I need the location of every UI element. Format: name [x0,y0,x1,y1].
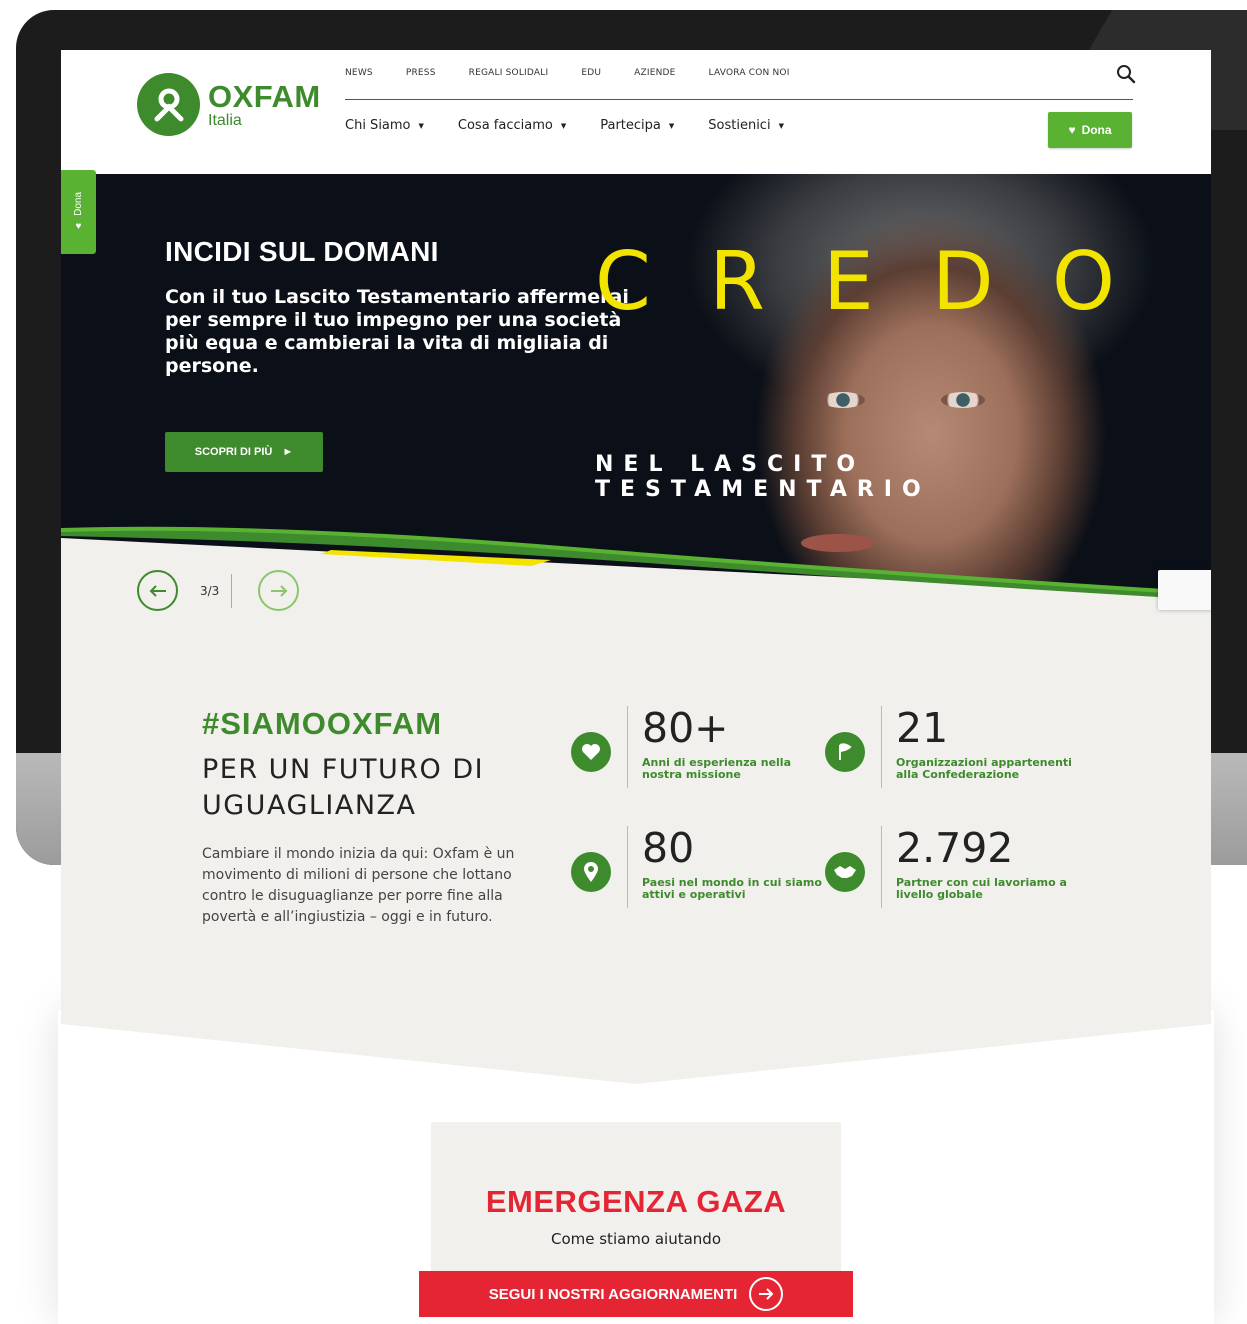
stat-label: Organizzazioni appartenenti alla Confede… [896,756,1072,781]
arrow-right-icon [270,584,288,597]
caret-down-icon: ▼ [778,121,784,130]
search-icon[interactable] [1116,64,1136,84]
dona-button[interactable]: ♥ Dona [1048,112,1132,148]
siamo-title: #SIAMOOXFAM [202,706,443,741]
credo-headline: C R E D O [595,242,1115,322]
handshake-icon [825,852,865,892]
credo-letter: O [1051,235,1115,328]
side-dona-label: Dona [73,191,84,216]
top-nav-edu[interactable]: EDU [581,68,601,78]
caret-down-icon: ▼ [668,121,675,130]
stat-divider [627,826,628,908]
arrow-left-icon [149,584,166,597]
play-arrow-icon: ► [282,446,294,458]
nav-divider [345,99,1133,100]
stat-item: 80+ Anni di esperienza nella nostra miss… [571,706,822,788]
side-dona-tab[interactable]: Dona ♥ [61,170,96,254]
main-nav-label: Sostienici [708,118,771,133]
stat-item: 21 Organizzazioni appartenenti alla Conf… [825,706,1076,788]
main-nav-chi-siamo[interactable]: Chi Siamo ▼ [345,118,424,133]
arrow-right-circle-icon [749,1277,784,1311]
website-screen: OXFAM Italia NEWS PRESS REGALI SOLIDALI … [61,50,1211,1324]
slider-separator [231,573,233,608]
credo-subline: NEL LASCITO TESTAMENTARIO [595,452,931,502]
stat-label: Anni di esperienza nella nostra missione [642,756,791,781]
main-nav-label: Partecipa [600,118,661,133]
hero-eye-right [941,392,985,408]
main-nav-sostienici[interactable]: Sostienici ▼ [708,118,784,133]
stat-number: 21 [896,704,949,752]
recaptcha-badge[interactable] [1158,570,1211,610]
heart-icon [571,732,611,772]
slider-counter: 3/3 [200,583,220,598]
site-header: OXFAM Italia NEWS PRESS REGALI SOLIDALI … [61,50,1211,174]
main-nav-partecipa[interactable]: Partecipa ▼ [600,118,674,133]
credo-letter: E [823,235,874,328]
stat-item: 2.792 Partner con cui lavoriamo a livell… [825,826,1076,908]
stat-item: 80 Paesi nel mondo in cui siamo attivi e… [571,826,822,908]
logo-subtitle: Italia [208,111,242,129]
section-chevron-divider [61,1018,1211,1084]
stat-divider [627,706,628,788]
hero-text: Con il tuo Lascito Testamentario afferme… [165,286,629,377]
flag-icon [825,732,865,772]
caret-down-icon: ▼ [418,121,424,130]
credo-letter: C [595,235,651,328]
top-nav: NEWS PRESS REGALI SOLIDALI EDU AZIENDE L… [345,68,823,78]
emergency-button-label: SEGUI I NOSTRI AGGIORNAMENTI [488,1285,738,1303]
logo-name: OXFAM [208,78,321,114]
cta-label: SCOPRI DI PIÙ [194,446,273,458]
main-nav-label: Cosa facciamo [457,118,553,133]
top-nav-press[interactable]: PRESS [406,68,436,78]
emergency-card: EMERGENZA GAZA Come stiamo aiutando [431,1122,841,1282]
oxfam-logo[interactable]: OXFAM Italia [137,73,321,136]
emergency-title: EMERGENZA GAZA [485,1184,787,1219]
stat-divider [881,826,882,908]
siamo-description: Cambiare il mondo inizia da qui: Oxfam è… [202,846,515,925]
location-pin-icon [571,852,611,892]
top-nav-regali-solidali[interactable]: REGALI SOLIDALI [469,68,549,78]
slider-controls: 3/3 [137,570,300,611]
stat-divider [881,706,882,788]
credo-letter: D [932,235,994,328]
credo-letter: R [709,235,765,328]
stat-label: Paesi nel mondo in cui siamo attivi e op… [642,876,822,901]
heart-icon: ♥ [1068,123,1076,137]
caret-down-icon: ▼ [560,121,567,130]
heart-icon: ♥ [75,221,82,233]
top-nav-news[interactable]: NEWS [345,68,373,78]
emergency-subtitle: Come stiamo aiutando [550,1230,722,1248]
stat-label: Partner con cui lavoriamo a livello glob… [896,876,1067,901]
oxfam-logo-icon [137,73,200,136]
hero-title: INCIDI SUL DOMANI [165,236,439,267]
siamo-subtitle: PER UN FUTURO DI UGUAGLIANZA [202,754,485,821]
stat-number: 2.792 [896,824,1014,872]
slider-next-button[interactable] [258,570,300,611]
slider-prev-button[interactable] [137,570,178,611]
main-nav-cosa-facciamo[interactable]: Cosa facciamo ▼ [458,118,566,133]
stat-number: 80 [642,824,695,872]
dona-button-label: Dona [1081,123,1112,137]
segui-aggiornamenti-button[interactable]: SEGUI I NOSTRI AGGIORNAMENTI [419,1271,853,1317]
main-nav: Chi Siamo ▼ Cosa facciamo ▼ Partecipa ▼ Sos… [345,118,818,133]
scopri-di-piu-button[interactable]: SCOPRI DI PIÙ ► [165,432,323,472]
top-nav-aziende[interactable]: AZIENDE [634,68,675,78]
main-nav-label: Chi Siamo [345,118,411,133]
hero-eye-left [821,392,865,408]
top-nav-lavora-con-noi[interactable]: LAVORA CON NOI [709,68,790,78]
stat-number: 80+ [642,704,729,752]
